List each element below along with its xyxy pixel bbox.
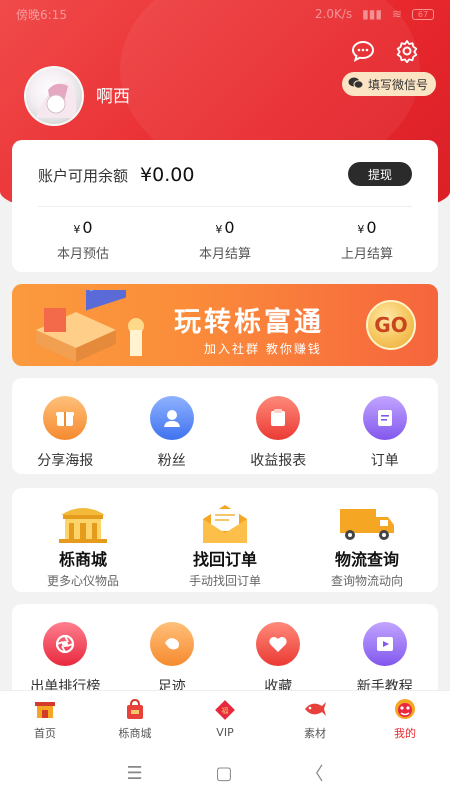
menu-label: 订单 (370, 453, 399, 469)
tab-mine[interactable]: 我的 (360, 691, 450, 746)
gift-icon (43, 396, 88, 440)
signal-icon: ▮▮▮ (362, 7, 382, 21)
wechat-label: 填写微信号 (367, 77, 428, 92)
mall-icon (52, 500, 114, 546)
tab-materials[interactable]: 素材 (270, 691, 360, 746)
wechat-icon (348, 76, 364, 93)
menu-favorites[interactable]: 收藏 (225, 622, 332, 696)
service-subtitle: 手动找回订单 (188, 574, 261, 588)
wechat-bind-button[interactable]: 填写微信号 (341, 72, 436, 96)
balance-label: 账户可用余额 (38, 167, 129, 185)
tab-label: 我的 (394, 726, 416, 740)
menu-fans[interactable]: 粉丝 (119, 396, 226, 470)
fish-icon (301, 697, 329, 721)
avatar[interactable] (24, 66, 84, 126)
services-card: 栎商城 更多心仪物品 找回订单 手动找回订单 物流查询 查询物流动向 (12, 488, 438, 592)
service-subtitle: 更多心仪物品 (46, 574, 119, 588)
banner-illustration (36, 290, 144, 362)
svg-text:福: 福 (222, 706, 229, 715)
stat-this-month-estimate[interactable]: ¥0 本月预估 (12, 218, 154, 262)
banner-title: 玩转栎富通 (174, 307, 324, 338)
menu-logistics[interactable]: 物流查询 查询物流动向 (296, 500, 438, 589)
home-square-icon[interactable]: ▢ (216, 763, 233, 784)
currency-symbol: ¥ (357, 223, 365, 236)
vip-icon: 福 (211, 698, 239, 722)
currency-symbol: ¥ (73, 223, 81, 236)
gear-icon[interactable] (394, 38, 420, 64)
service-title: 找回订单 (192, 550, 257, 569)
menu-mall[interactable]: 栎商城 更多心仪物品 (12, 500, 154, 589)
menu-icon[interactable]: ☰ (126, 763, 142, 784)
network-speed: 2.0K/s (314, 7, 353, 21)
aperture-icon (43, 622, 88, 666)
tab-mall[interactable]: 栎商城 (90, 691, 180, 746)
banner-subtitle: 加入社群 教你赚钱 (204, 342, 322, 356)
heart-icon (256, 622, 301, 666)
tab-label: 栎商城 (118, 726, 152, 740)
system-navigation-bar: ☰ ▢ 〈 (0, 746, 450, 800)
tab-label: 素材 (304, 726, 326, 740)
divider (38, 206, 412, 207)
order-icon (362, 396, 407, 440)
tools-card: 分享海报 粉丝 收益报表 订单 (12, 378, 438, 474)
shopping-bag-icon (121, 697, 149, 721)
menu-tutorial[interactable]: 新手教程 (332, 622, 439, 696)
stat-value: 0 (82, 218, 93, 237)
fans-icon (149, 396, 194, 440)
lion-icon (391, 697, 419, 721)
service-title: 物流查询 (334, 550, 399, 569)
promo-banner[interactable]: 玩转栎富通 加入社群 教你赚钱 GO (12, 284, 438, 366)
menu-recover-order[interactable]: 找回订单 手动找回订单 (154, 500, 296, 589)
stat-this-month-settled[interactable]: ¥0 本月结算 (154, 218, 296, 262)
play-icon (362, 622, 407, 666)
menu-label: 分享海报 (37, 453, 94, 469)
menu-label: 粉丝 (157, 453, 186, 469)
stat-value: 0 (224, 218, 235, 237)
menu-share-poster[interactable]: 分享海报 (12, 396, 119, 470)
go-button[interactable]: GO (366, 300, 416, 350)
wifi-icon: ≋ (391, 7, 402, 21)
menu-orders[interactable]: 订单 (332, 396, 439, 470)
more-tools-card: 出单排行榜 足迹 收藏 新手教程 (12, 604, 438, 700)
envelope-icon (194, 500, 256, 546)
stat-label: 本月结算 (198, 247, 251, 262)
tab-home[interactable]: 首页 (0, 691, 90, 746)
menu-label: 收益报表 (250, 453, 307, 469)
footprint-icon (149, 622, 194, 666)
home-icon (31, 697, 59, 721)
stat-label: 上月结算 (340, 247, 393, 262)
report-icon (256, 396, 301, 440)
bottom-tab-bar: 首页 栎商城 福 VIP 素材 我的 (0, 690, 450, 746)
stat-label: 本月预估 (56, 247, 109, 262)
balance-value: ¥0.00 (140, 164, 195, 186)
username: 啊西 (96, 87, 130, 107)
stat-last-month-settled[interactable]: ¥0 上月结算 (296, 218, 438, 262)
status-bar: 傍晚6:15 2.0K/s ▮▮▮ ≋ 67 (0, 0, 450, 28)
service-title: 栎商城 (58, 550, 107, 569)
tab-label: 首页 (34, 726, 56, 740)
menu-sales-ranking[interactable]: 出单排行榜 (12, 622, 119, 696)
status-time: 傍晚6:15 (16, 7, 67, 22)
truck-icon (336, 500, 398, 546)
menu-footprints[interactable]: 足迹 (119, 622, 226, 696)
back-icon[interactable]: 〈 (306, 760, 324, 786)
tab-label: VIP (216, 726, 234, 739)
battery-icon: 67 (412, 8, 434, 20)
withdraw-button[interactable]: 提现 (348, 162, 412, 186)
message-icon[interactable] (350, 38, 376, 64)
menu-earnings-report[interactable]: 收益报表 (225, 396, 332, 470)
currency-symbol: ¥ (215, 223, 223, 236)
service-subtitle: 查询物流动向 (330, 574, 403, 588)
stat-value: 0 (366, 218, 377, 237)
tab-vip[interactable]: 福 VIP (180, 691, 270, 746)
balance-card: 账户可用余额 ¥0.00 提现 ¥0 本月预估 ¥0 本月结算 ¥0 上月结算 (12, 140, 438, 272)
